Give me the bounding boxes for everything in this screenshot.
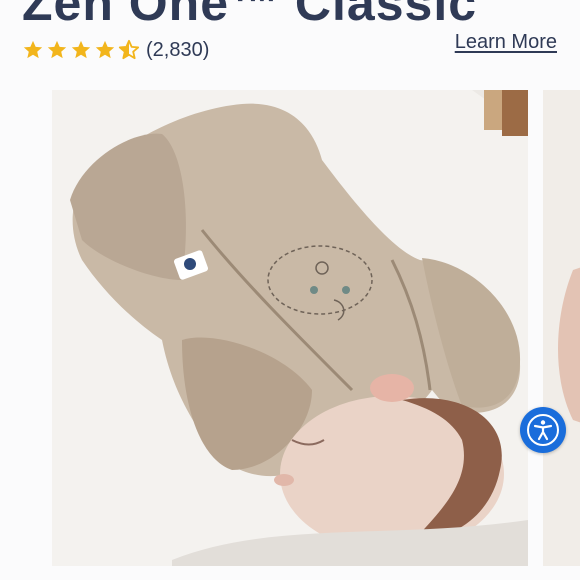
star-rating <box>22 39 140 61</box>
baby-in-sleep-sack-photo[interactable] <box>52 90 528 566</box>
accessibility-icon <box>527 414 559 446</box>
title-clip: Zen One™ Classic <box>0 0 580 22</box>
review-count[interactable]: (2,830) <box>146 39 209 62</box>
star-full-icon <box>70 39 92 61</box>
product-image-gallery[interactable] <box>0 88 580 566</box>
star-full-icon <box>46 39 68 61</box>
learn-more-link[interactable]: Learn More <box>455 31 557 54</box>
star-full-icon <box>94 39 116 61</box>
star-half-icon <box>118 39 140 61</box>
accessibility-button[interactable] <box>520 407 566 453</box>
rating-row[interactable]: (2,830) <box>22 36 209 64</box>
product-title: Zen One™ Classic <box>22 0 477 22</box>
star-full-icon <box>22 39 44 61</box>
next-product-photo-preview[interactable] <box>543 90 580 566</box>
